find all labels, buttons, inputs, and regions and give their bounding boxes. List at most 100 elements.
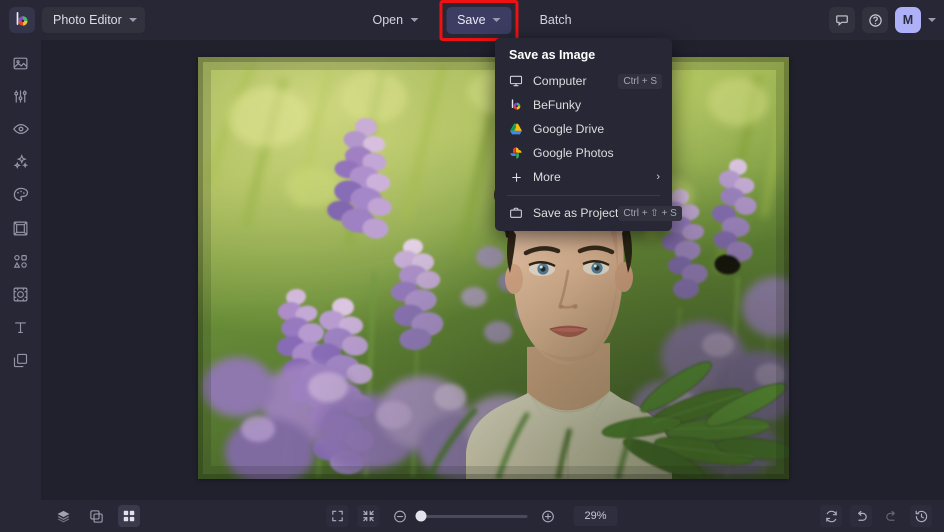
menu-item-more[interactable]: More ›	[495, 165, 672, 189]
zoom-level-display[interactable]: 29%	[573, 506, 618, 526]
photo-editor-app: Photo Editor Open Save Batch M 29% Save …	[0, 0, 944, 532]
grid-view-icon	[123, 510, 135, 522]
sidebar-item-overlays[interactable]	[6, 283, 36, 305]
sidebar-item-artsy[interactable]	[6, 184, 36, 206]
befunky-logo-icon	[507, 97, 525, 113]
history-button[interactable]	[910, 505, 932, 527]
menu-item-save-as-project-shortcut: Ctrl + ⇧ + S	[618, 205, 682, 221]
history-clock-icon	[915, 510, 927, 522]
frame-border-icon	[13, 221, 28, 235]
app-mode-selector[interactable]: Photo Editor	[42, 7, 145, 33]
menu-item-more-label: More	[533, 170, 561, 184]
zoom-out-button[interactable]	[389, 505, 411, 527]
google-photos-icon	[507, 145, 525, 161]
layers-panel-button[interactable]	[52, 505, 74, 527]
undo-arrow-icon	[857, 510, 867, 521]
grid-view-button[interactable]	[118, 505, 140, 527]
monitor-computer-icon	[507, 73, 525, 89]
zoom-in-button[interactable]	[537, 505, 559, 527]
fit-screen-button[interactable]	[326, 505, 349, 527]
help-question-icon	[868, 13, 882, 27]
sidebar-item-frames[interactable]	[6, 217, 36, 239]
menu-title: Save as Image	[509, 48, 596, 62]
zoom-slider-handle[interactable]	[415, 510, 427, 522]
eye-retouch-icon	[12, 124, 29, 134]
menu-divider	[507, 195, 660, 196]
undo-button[interactable]	[850, 505, 872, 527]
sidebar-item-adjust[interactable]	[6, 85, 36, 107]
menu-item-google-photos-label: Google Photos	[533, 146, 614, 160]
zoom-in-plus-icon	[541, 510, 554, 522]
feedback-chat-icon	[836, 15, 848, 26]
save-button-label: Save	[457, 13, 486, 27]
befunky-logo-button[interactable]	[9, 7, 35, 33]
menu-item-befunky-label: BeFunky	[533, 98, 582, 112]
menu-item-google-photos[interactable]: Google Photos	[495, 141, 672, 165]
redo-button[interactable]	[880, 505, 902, 527]
save-button-highlight: Save	[439, 0, 519, 41]
bottom-toolbar: 29%	[0, 500, 944, 532]
reset-button[interactable]	[820, 505, 842, 527]
chevron-down-icon	[492, 18, 501, 22]
sidebar-item-graphics[interactable]	[6, 250, 36, 272]
account-chevron-down-icon[interactable]	[928, 18, 936, 22]
sidebar-item-edit[interactable]	[6, 52, 36, 74]
sidebar-item-effects[interactable]	[6, 151, 36, 173]
menu-item-computer-label: Computer	[533, 74, 587, 88]
user-avatar[interactable]: M	[895, 7, 921, 33]
topbar-center-group: Open Save Batch	[361, 0, 582, 41]
batch-button[interactable]: Batch	[529, 7, 583, 34]
menu-item-computer-shortcut: Ctrl + S	[618, 73, 662, 89]
menu-item-computer[interactable]: Computer Ctrl + S	[495, 69, 672, 93]
menu-item-google-drive[interactable]: Google Drive	[495, 117, 672, 141]
image-photo-icon	[13, 57, 28, 69]
sparkles-effects-icon	[13, 154, 28, 170]
feedback-button[interactable]	[829, 7, 855, 33]
sliders-adjust-icon	[14, 89, 27, 103]
zoom-slider[interactable]	[415, 510, 528, 522]
palette-artsy-icon	[13, 187, 28, 201]
save-button[interactable]: Save	[446, 6, 512, 34]
save-dropdown-menu: Save as Image Computer Ctrl + S BeFunky …	[495, 38, 682, 231]
bottombar-right-group	[820, 505, 932, 527]
briefcase-project-icon	[507, 205, 525, 221]
plus-icon	[507, 169, 525, 185]
befunky-logo-icon	[16, 12, 28, 26]
photo-image	[198, 57, 789, 479]
chevron-down-icon	[128, 18, 137, 22]
avatar-initial: M	[902, 13, 914, 27]
overlay-image-icon	[13, 287, 28, 301]
sidebar-item-layers[interactable]	[6, 349, 36, 371]
sidebar-item-touch-up[interactable]	[6, 118, 36, 140]
layers-stack-icon	[13, 353, 28, 367]
left-tools-sidebar	[0, 40, 41, 500]
open-button-label: Open	[372, 13, 404, 27]
layers-stack-icon	[57, 510, 69, 522]
open-button[interactable]: Open	[361, 7, 429, 34]
menu-item-befunky[interactable]: BeFunky	[495, 93, 672, 117]
compare-toggle-icon	[89, 509, 103, 523]
photo-preview[interactable]	[198, 57, 789, 479]
sidebar-item-text[interactable]	[6, 316, 36, 338]
help-button[interactable]	[862, 7, 888, 33]
editor-canvas[interactable]	[41, 40, 944, 500]
menu-item-save-as-project-label: Save as Project	[533, 206, 619, 220]
fit-screen-icon	[332, 510, 343, 522]
reset-refresh-icon	[825, 510, 837, 522]
zoom-controls: 29%	[326, 505, 618, 527]
text-t-icon	[15, 321, 26, 333]
batch-button-label: Batch	[539, 13, 572, 27]
redo-arrow-icon	[885, 510, 895, 521]
top-toolbar: Photo Editor Open Save Batch M	[0, 0, 944, 41]
chevron-right-icon: ›	[656, 171, 660, 183]
topbar-left-group: Photo Editor	[0, 7, 145, 33]
shapes-graphics-icon	[13, 254, 27, 268]
chevron-down-icon	[410, 18, 419, 22]
shrink-to-fit-button[interactable]	[357, 505, 380, 527]
google-drive-icon	[507, 121, 525, 137]
shrink-to-fit-icon	[363, 510, 374, 522]
compare-toggle-button[interactable]	[85, 505, 107, 527]
app-mode-label: Photo Editor	[53, 13, 122, 27]
menu-item-save-as-project[interactable]: Save as Project Ctrl + ⇧ + S	[495, 201, 682, 225]
zoom-out-minus-icon	[393, 510, 406, 522]
